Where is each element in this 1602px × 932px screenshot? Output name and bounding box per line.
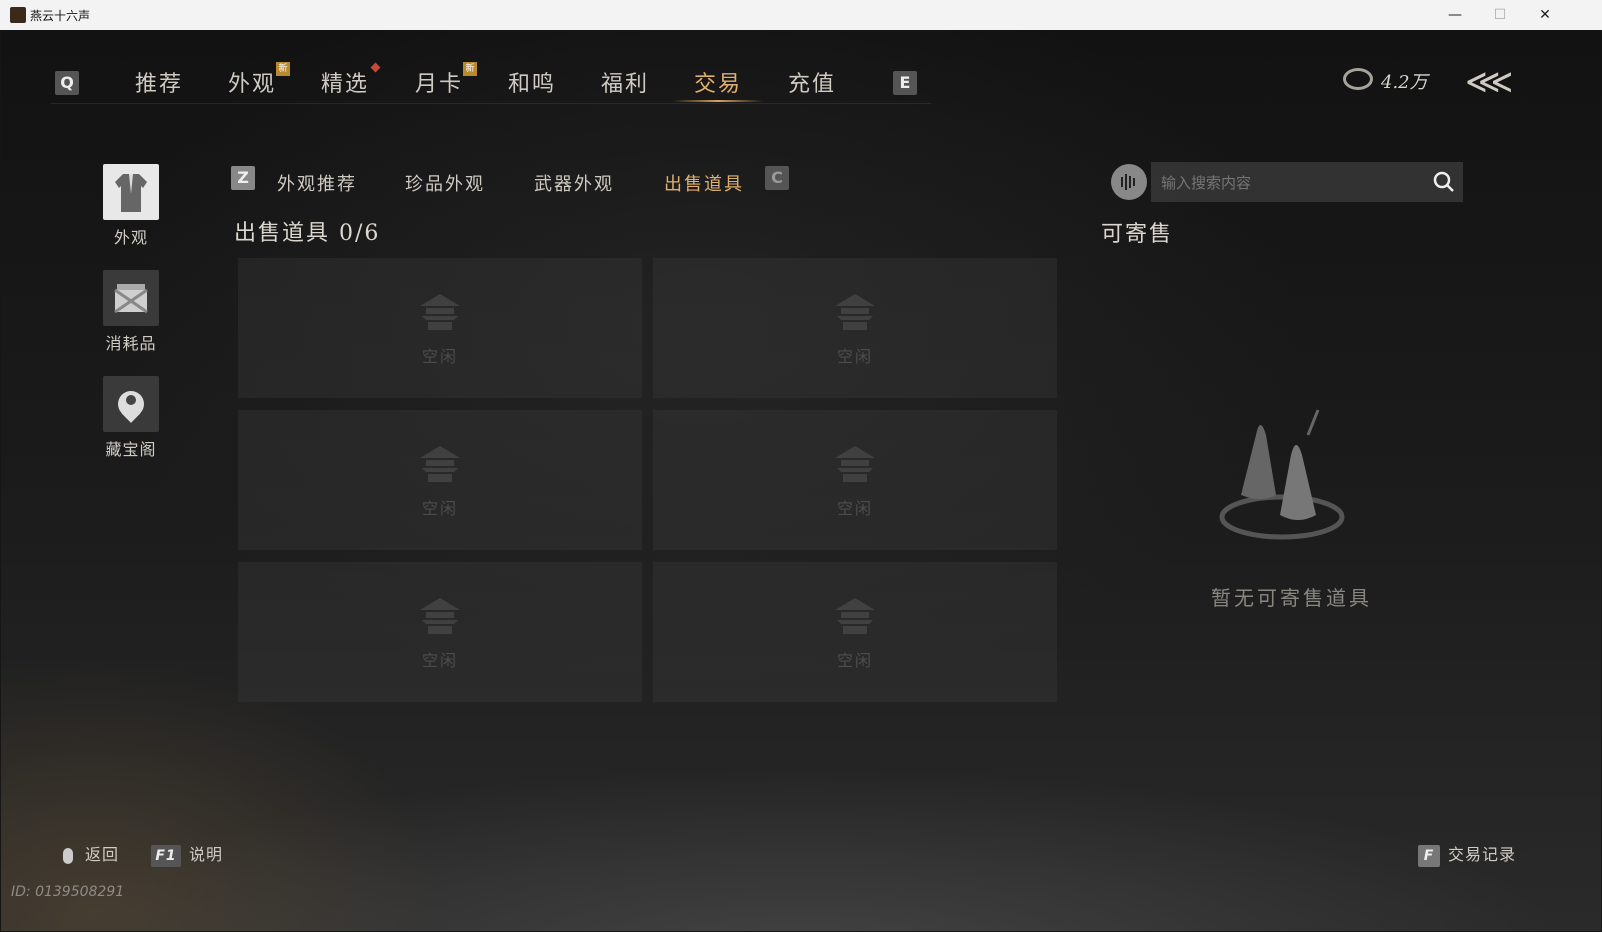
nav-next-key[interactable]: E: [893, 71, 917, 95]
sidebar-item-treasure[interactable]: 藏宝阁: [102, 376, 160, 460]
sidebar-item-consumables[interactable]: 消耗品: [102, 270, 160, 354]
active-tab-underline: [673, 100, 763, 102]
listing-slot[interactable]: 空闲: [238, 410, 642, 550]
maximize-button[interactable]: ☐: [1477, 0, 1523, 30]
tab-recharge[interactable]: 充值: [788, 66, 836, 98]
slot-status: 空闲: [836, 347, 873, 366]
tab-monthly-card[interactable]: 月卡新: [415, 62, 478, 98]
pavilion-icon: [420, 294, 460, 330]
sidebar-item-appearance[interactable]: 外观: [102, 164, 160, 248]
new-badge: 新: [463, 62, 478, 76]
package-icon: [103, 270, 159, 326]
pavilion-icon: [835, 446, 875, 482]
pavilion-icon: [835, 294, 875, 330]
pavilion-icon: [835, 598, 875, 634]
back-arrow-icon[interactable]: ⋘: [1465, 62, 1513, 102]
alert-dot: [370, 62, 381, 73]
sidebar-item-label: 消耗品: [105, 334, 157, 353]
pavilion-icon: [420, 446, 460, 482]
slot-status: 空闲: [836, 499, 873, 518]
back-hint[interactable]: 返回: [63, 841, 119, 865]
listing-slot[interactable]: 空闲: [238, 258, 642, 398]
subtab-weapon-appearance[interactable]: 武器外观: [534, 170, 614, 196]
subtab-prev-key[interactable]: Z: [231, 166, 255, 190]
microphone-icon: [1121, 174, 1135, 190]
listing-title: 出售道具 0/6: [234, 221, 381, 246]
app-icon: [10, 7, 26, 23]
voice-search-button[interactable]: [1111, 164, 1147, 200]
bell-icon: [1219, 409, 1345, 540]
sidebar-item-label: 藏宝阁: [105, 440, 157, 459]
search-icon[interactable]: [1433, 171, 1455, 193]
search-box[interactable]: [1151, 162, 1463, 202]
player-id: ID: 0139508291: [11, 884, 125, 900]
treasure-icon: [103, 376, 159, 432]
new-badge: 新: [276, 62, 291, 76]
listing-slot[interactable]: 空闲: [653, 562, 1057, 702]
tab-featured[interactable]: 精选: [321, 62, 381, 98]
nav-prev-key[interactable]: Q: [55, 71, 79, 95]
listing-slot[interactable]: 空闲: [653, 410, 1057, 550]
mouse-icon: [63, 847, 73, 864]
game-viewport: Q 推荐 外观新 精选 月卡新 和鸣 福利 交易 充值 E 4.2万 ⋘ 外观 …: [1, 30, 1601, 931]
records-key: F: [1418, 845, 1440, 867]
robe-icon: [103, 164, 159, 220]
tab-welfare[interactable]: 福利: [601, 66, 649, 98]
nav-divider: [51, 103, 931, 104]
slot-status: 空闲: [421, 651, 458, 670]
slot-status: 空闲: [836, 651, 873, 670]
pavilion-icon: [420, 598, 460, 634]
slot-status: 空闲: [421, 499, 458, 518]
tab-harmony[interactable]: 和鸣: [508, 66, 556, 98]
subtab-sell-items[interactable]: 出售道具: [664, 170, 744, 196]
window-titlebar: 燕云十六声 — ☐ ✕: [0, 0, 1602, 30]
help-key: F1: [151, 845, 181, 867]
currency-amount: 4.2万: [1381, 72, 1428, 93]
window-title: 燕云十六声: [30, 9, 91, 23]
search-input[interactable]: [1159, 170, 1423, 196]
minimize-button[interactable]: —: [1432, 0, 1478, 30]
slot-status: 空闲: [421, 347, 458, 366]
listing-slot[interactable]: 空闲: [238, 562, 642, 702]
subtab-rare-appearance[interactable]: 珍品外观: [405, 170, 485, 196]
coin-icon: [1343, 68, 1373, 90]
trade-records-hint[interactable]: F 交易记录: [1418, 841, 1516, 867]
help-hint[interactable]: F1 说明: [151, 841, 223, 867]
subtab-appearance-recommend[interactable]: 外观推荐: [277, 170, 357, 196]
close-button[interactable]: ✕: [1522, 0, 1568, 30]
sidebar-item-label: 外观: [113, 228, 148, 247]
sellable-title: 可寄售: [1101, 222, 1174, 247]
subtab-next-key[interactable]: C: [765, 166, 789, 190]
tab-recommend[interactable]: 推荐: [135, 66, 183, 98]
empty-state-text: 暂无可寄售道具: [1211, 586, 1372, 610]
tab-trade[interactable]: 交易: [694, 66, 742, 98]
tab-appearance[interactable]: 外观新: [228, 62, 291, 98]
listing-slot[interactable]: 空闲: [653, 258, 1057, 398]
